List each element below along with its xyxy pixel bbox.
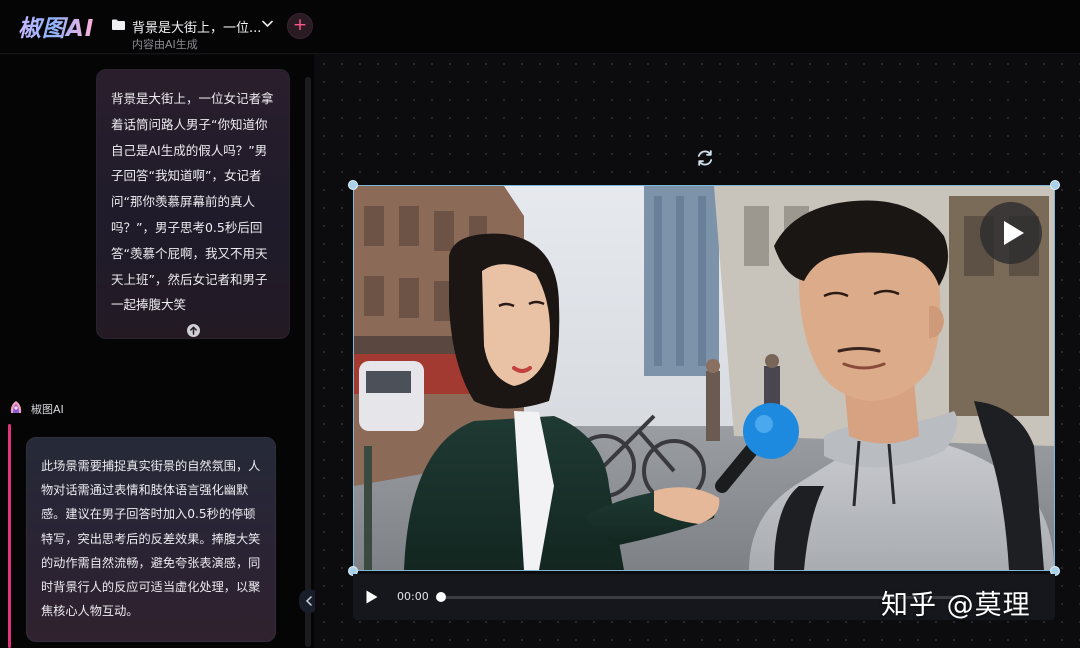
user-message-bubble: 背景是大街上，一位女记者拿着话筒问路人男子“你知道你自己是AI生成的假人吗？”男… (96, 69, 290, 339)
resize-handle-top-left[interactable] (348, 180, 358, 190)
chevron-down-icon[interactable] (262, 20, 273, 28)
chevron-left-icon (305, 596, 312, 606)
project-subtitle: 内容由AI生成 (132, 38, 198, 51)
watermark: 知乎 @莫理 (881, 590, 1031, 621)
play-overlay-button[interactable] (980, 202, 1042, 264)
add-button[interactable]: + (287, 13, 313, 39)
canvas-area: 00:00 知乎 @莫理 (315, 55, 1080, 648)
progress-knob[interactable] (436, 592, 446, 602)
chat-panel: 背景是大街上，一位女记者拿着话筒问路人男子“你知道你自己是AI生成的假人吗？”男… (0, 55, 319, 648)
play-icon (1004, 221, 1024, 245)
current-time: 00:00 (397, 590, 429, 603)
bot-avatar-icon (10, 401, 22, 413)
video-frame[interactable] (353, 185, 1055, 571)
play-icon[interactable] (365, 589, 379, 605)
folder-icon (112, 19, 125, 30)
arrow-up-icon[interactable] (187, 324, 200, 337)
video-thumbnail (354, 186, 1054, 570)
bot-name: 椒图AI (31, 403, 64, 416)
user-message-text: 背景是大街上，一位女记者拿着话筒问路人男子“你知道你自己是AI生成的假人吗？”男… (111, 91, 274, 313)
top-bar: 椒图AI 背景是大街上，一位... 内容由AI生成 + (0, 0, 1080, 54)
resize-handle-top-right[interactable] (1050, 180, 1060, 190)
project-title: 背景是大街上，一位... (132, 21, 262, 36)
bot-accent-bar (8, 424, 11, 648)
app-root: 椒图AI 背景是大街上，一位... 内容由AI生成 + 背景是大街上，一位女记者… (0, 0, 1080, 648)
bot-message-text: 此场景需要捕捉真实街景的自然氛围，人物对话需通过表情和肢体语言强化幽默感。建议在… (41, 459, 261, 619)
bot-message-bubble: 此场景需要捕捉真实街景的自然氛围，人物对话需通过表情和肢体语言强化幽默感。建议在… (26, 437, 276, 642)
chat-scrollbar[interactable] (305, 77, 311, 647)
rotate-icon[interactable] (695, 148, 715, 168)
app-logo[interactable]: 椒图AI (18, 9, 94, 43)
